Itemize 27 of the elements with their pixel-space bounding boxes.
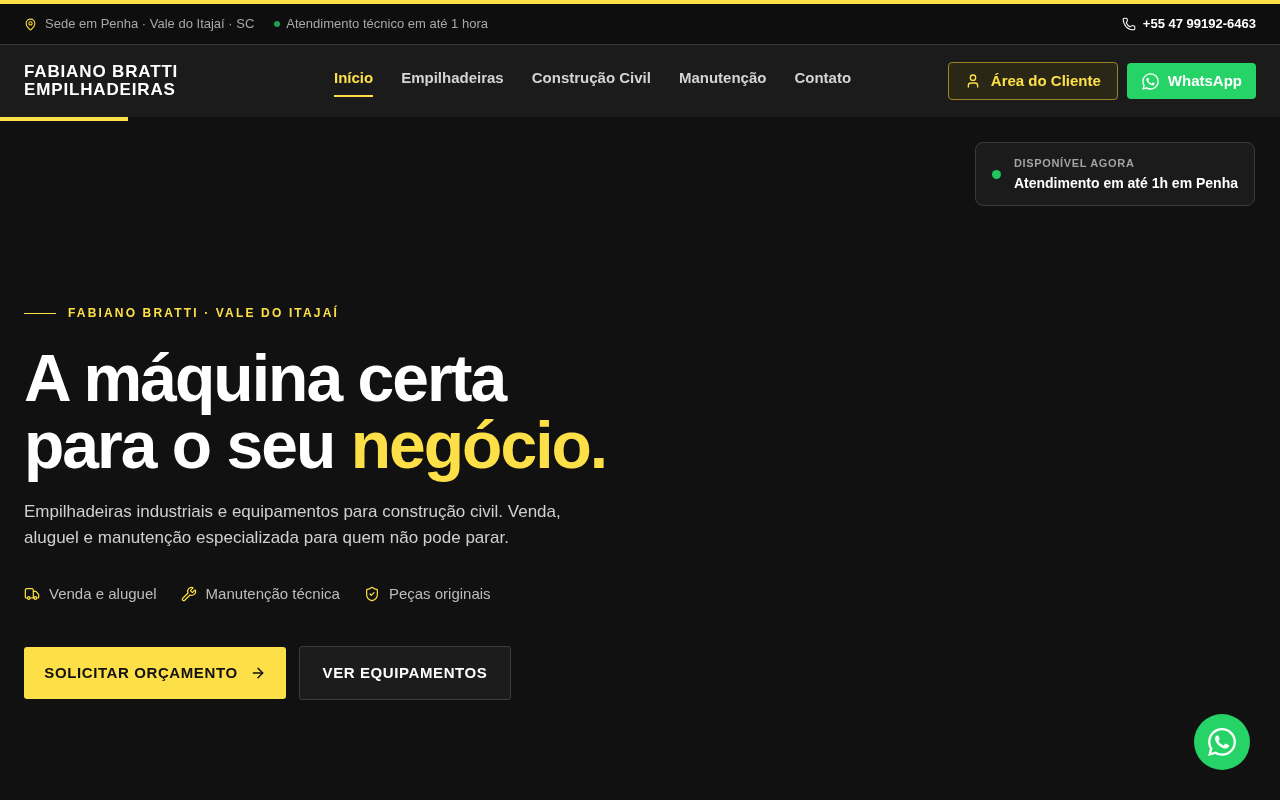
phone-icon bbox=[1121, 17, 1136, 31]
view-equipment-button[interactable]: VER EQUIPAMENTOS bbox=[299, 646, 511, 700]
location-text: Sede em Penha · Vale do Itajaí · SC bbox=[45, 15, 255, 34]
feature-text: Venda e aluguel bbox=[49, 584, 157, 604]
truck-icon bbox=[24, 586, 40, 602]
eyebrow-text: FABIANO BRATTI · VALE DO ITAJAÍ bbox=[68, 305, 339, 321]
availability-text: Atendimento em até 1h em Penha bbox=[1013, 174, 1238, 192]
chat-phone-icon bbox=[1206, 726, 1238, 758]
feature-text: Peças originais bbox=[388, 584, 491, 604]
location-pin-icon bbox=[24, 17, 37, 31]
nav-link[interactable]: Manutenção bbox=[678, 64, 767, 98]
service-note-text: Atendimento técnico em até 1 hora bbox=[286, 15, 488, 34]
nav-link[interactable]: Empilhadeiras bbox=[401, 64, 504, 98]
feature-text: Manutenção técnica bbox=[205, 584, 340, 604]
availability-caption: DISPONÍVEL AGORA bbox=[1013, 156, 1136, 170]
shield-check-icon bbox=[363, 586, 380, 602]
client-area-button[interactable]: Área do Cliente bbox=[947, 62, 1118, 100]
nav-link[interactable]: Construção Civil bbox=[531, 64, 651, 98]
logo[interactable]: FABIANO BRATTI EMPILHADEIRAS bbox=[24, 63, 179, 99]
chat-phone-icon bbox=[1140, 71, 1160, 91]
hero-description: Empilhadeiras industriais e equipamentos para construção civil. Venda, aluguel e manutenção especializada para quem não pode parar. bbox=[24, 501, 562, 549]
request-quote-button[interactable]: SOLICITAR ORÇAMENTO bbox=[24, 647, 286, 699]
nav-link[interactable]: Início bbox=[334, 64, 374, 98]
floating-chat-button[interactable] bbox=[1194, 714, 1250, 770]
nav-link[interactable]: Contato bbox=[794, 64, 852, 98]
wrench-icon bbox=[180, 586, 197, 602]
phone-number: +55 47 99192-6463 bbox=[1142, 15, 1256, 34]
